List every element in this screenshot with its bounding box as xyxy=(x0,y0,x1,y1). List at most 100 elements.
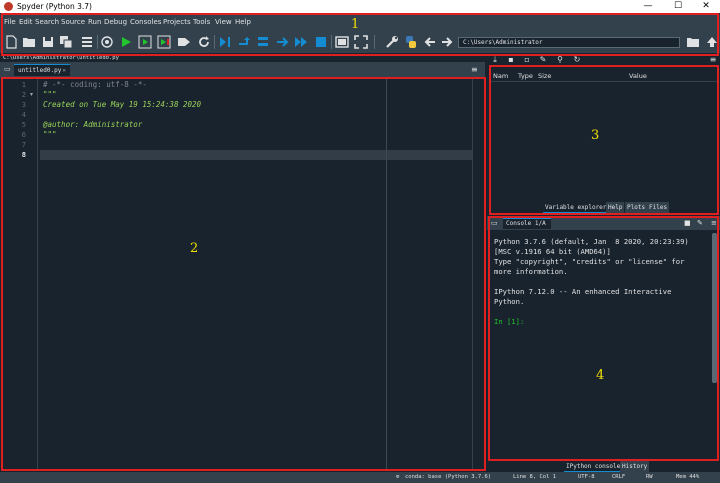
annotation-number-4: 4 xyxy=(596,368,605,383)
line-number: 3 xyxy=(21,101,26,109)
console-line: Python 3.7.6 (default, Jan 8 2020, 20:23… xyxy=(494,237,689,246)
remove-all-icon[interactable]: ✎ xyxy=(538,55,548,65)
annotation-number-2: 2 xyxy=(190,241,199,256)
close-button[interactable]: ✕ xyxy=(692,0,720,13)
fullscreen-icon[interactable] xyxy=(354,35,368,49)
status-bar: ⚙ conda: base (Python 3.7.6) Line 8, Col… xyxy=(0,472,720,483)
refresh-icon[interactable]: ↻ xyxy=(572,55,582,65)
run-icon[interactable] xyxy=(119,35,133,49)
code-line: Created on Tue May 19 15:24:38 2020 xyxy=(43,100,202,109)
edit-icon[interactable]: ✎ xyxy=(697,219,703,227)
at-icon[interactable] xyxy=(100,35,114,49)
console-scrollbar-thumb[interactable] xyxy=(712,233,717,383)
console-tab-1a[interactable]: Console 1/A xyxy=(503,218,551,229)
conda-env-status: conda: base (Python 3.7.6) xyxy=(405,474,492,480)
run-cell-advance-icon[interactable] xyxy=(157,35,171,49)
debug-icon[interactable] xyxy=(218,35,232,49)
code-area[interactable]: # -*- coding: utf-8 -*- """ Created on T… xyxy=(40,79,472,469)
menu-bar: File Edit Search Source Run Debug Consol… xyxy=(0,14,720,30)
import-data-icon[interactable]: ⤓ xyxy=(490,55,500,65)
open-folder-icon[interactable] xyxy=(22,35,36,49)
editor-tab-label: untitled0.py xyxy=(18,67,62,74)
column-value[interactable]: Value xyxy=(629,72,647,81)
menu-projects[interactable]: Projects xyxy=(163,17,191,27)
browse-tabs-icon[interactable]: ▭ xyxy=(491,219,498,227)
editor-scrollbar[interactable] xyxy=(472,79,482,469)
new-file-icon[interactable] xyxy=(4,35,18,49)
code-line: """ xyxy=(43,90,57,99)
step-into-icon[interactable] xyxy=(256,35,270,49)
save-all-icon[interactable] xyxy=(59,35,73,49)
working-directory-input[interactable]: C:\Users\Administrator xyxy=(458,37,680,48)
column-type[interactable]: Type xyxy=(518,72,533,81)
console-prompt[interactable]: In [1]: xyxy=(494,317,524,327)
menu-source[interactable]: Source xyxy=(61,17,85,27)
console-line: Type "copyright", "credits" or "license"… xyxy=(494,257,685,266)
wrench-icon[interactable] xyxy=(385,35,399,49)
editor-tab-untitled0[interactable]: untitled0.py ✕ xyxy=(14,64,70,76)
ipython-console[interactable]: Python 3.7.6 (default, Jan 8 2020, 20:23… xyxy=(490,231,712,459)
maximize-pane-icon[interactable] xyxy=(335,35,349,49)
variable-explorer-toolbar: ⤓ ▪ ▫ ✎ ⚲ ↻ ≡ xyxy=(487,54,720,66)
editor-file-path: C:\Users\Administrator\untitled0.py xyxy=(0,54,485,62)
run-selection-icon[interactable] xyxy=(177,35,191,49)
code-line: """ xyxy=(43,130,57,139)
back-arrow-icon[interactable] xyxy=(423,35,437,49)
menu-consoles[interactable]: Consoles xyxy=(130,17,161,27)
menu-help[interactable]: Help xyxy=(235,17,251,27)
toolbar-separator xyxy=(374,35,375,49)
minimize-button[interactable]: — xyxy=(634,0,662,13)
variable-explorer[interactable]: Nam Type Size Value xyxy=(490,66,717,212)
search-icon[interactable]: ⚲ xyxy=(555,55,565,65)
console-tab-bar: ▭ Console 1/A ■ ✎ ≡ xyxy=(487,216,720,230)
line-number: 1 xyxy=(21,81,26,89)
forward-arrow-icon[interactable] xyxy=(440,35,454,49)
continue-icon[interactable] xyxy=(294,35,308,49)
tab-files[interactable]: Files xyxy=(647,202,670,213)
run-cell-icon[interactable] xyxy=(138,35,152,49)
fold-arrow-icon[interactable]: ▾ xyxy=(30,90,33,100)
tab-help[interactable]: Help xyxy=(606,202,625,213)
line-number: 2 xyxy=(21,91,26,99)
step-icon[interactable] xyxy=(237,35,251,49)
conda-env-icon: ⚙ xyxy=(396,474,400,480)
rerun-icon[interactable] xyxy=(197,35,211,49)
pane-options-icon[interactable]: ≡ xyxy=(711,219,717,227)
parent-dir-icon[interactable] xyxy=(705,35,719,49)
line-number: 6 xyxy=(21,131,26,139)
editor-tab-bar: ▭ untitled0.py ✕ ≡ xyxy=(0,62,485,78)
menu-tools[interactable]: Tools xyxy=(193,17,210,27)
pane-options-icon[interactable]: ≡ xyxy=(471,65,478,74)
menu-debug[interactable]: Debug xyxy=(104,17,127,27)
menu-search[interactable]: Search xyxy=(35,17,59,27)
tab-close-icon[interactable]: ✕ xyxy=(62,65,66,76)
tab-plots[interactable]: Plots xyxy=(625,202,648,213)
toolbar-separator xyxy=(97,35,98,49)
stop-icon[interactable] xyxy=(314,35,328,49)
tab-history[interactable]: History xyxy=(620,461,650,472)
window-title: Spyder (Python 3.7) xyxy=(17,2,92,11)
save-icon[interactable] xyxy=(41,35,55,49)
menu-file[interactable]: File xyxy=(4,17,16,27)
column-size[interactable]: Size xyxy=(538,72,551,81)
menu-run[interactable]: Run xyxy=(88,17,101,27)
python-path-icon[interactable] xyxy=(404,35,418,49)
save-data-icon[interactable]: ▪ xyxy=(506,55,516,65)
tab-variable-explorer[interactable]: Variable explorer xyxy=(543,202,609,213)
save-data-as-icon[interactable]: ▫ xyxy=(522,55,532,65)
pane-options-icon[interactable]: ≡ xyxy=(708,55,718,65)
code-editor[interactable]: 1 2 ▾ 3 4 5 6 7 8 # -*- coding: utf-8 -*… xyxy=(2,79,484,469)
tab-ipython-console[interactable]: IPython console xyxy=(564,461,623,472)
browse-folder-icon[interactable] xyxy=(686,35,700,49)
cursor-position: Line 8, Col 1 xyxy=(513,474,557,480)
step-return-icon[interactable] xyxy=(275,35,289,49)
stop-kernel-icon[interactable]: ■ xyxy=(684,219,691,227)
annotation-number-1: 1 xyxy=(351,17,360,32)
column-name[interactable]: Nam xyxy=(493,72,508,81)
menu-view[interactable]: View xyxy=(215,17,232,27)
menu-edit[interactable]: Edit xyxy=(19,17,33,27)
maximize-button[interactable]: ☐ xyxy=(664,0,692,13)
variable-table-header: Nam Type Size Value xyxy=(490,71,717,82)
file-list-icon[interactable] xyxy=(80,35,94,49)
browse-tabs-icon[interactable]: ▭ xyxy=(4,65,11,73)
